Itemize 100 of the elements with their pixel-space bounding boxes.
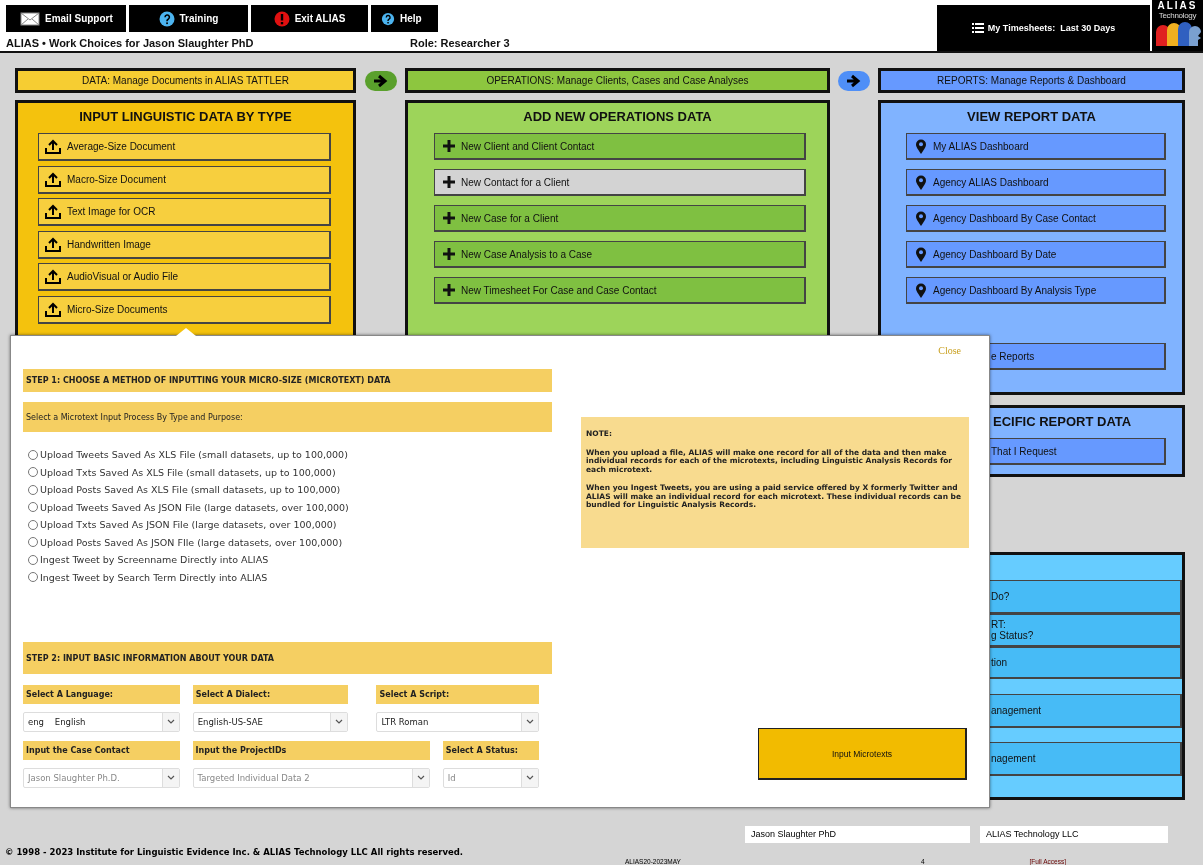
map-pin-icon: [915, 138, 927, 154]
arrow-right-icon: [838, 70, 870, 91]
action-button[interactable]: e Reports: [988, 343, 1166, 370]
dropdown-field[interactable]: eng English: [23, 712, 180, 732]
option-label: Upload Tweets Saved As XLS File (small datasets, up to 100,000): [40, 449, 348, 461]
panel-title: INPUT LINGUISTIC DATA BY TYPE: [79, 108, 292, 126]
logo-subtitle: Technology: [1158, 11, 1197, 20]
option-label: Upload Posts Saved As JSON FIle (large datasets, over 100,000): [40, 536, 343, 548]
radio-button[interactable]: [28, 502, 38, 513]
upload-icon: [45, 139, 61, 154]
field-label: Select A Language:: [23, 685, 180, 704]
help-icon: [158, 10, 175, 27]
dropdown-field[interactable]: English-US-SAE: [192, 712, 349, 732]
role-label: Role: Researcher 3: [410, 37, 510, 49]
alert-icon: [273, 10, 290, 27]
nav-button[interactable]: Exit ALIAS: [251, 5, 368, 32]
radio-button[interactable]: [28, 554, 38, 565]
chevron-down-icon: [526, 719, 534, 725]
action-button[interactable]: New Timesheet For Case and Case Contact: [434, 277, 806, 304]
action-button[interactable]: Micro-Size Documents: [38, 295, 331, 324]
upload-icon: [45, 204, 61, 219]
radio-button[interactable]: [28, 537, 38, 548]
nav-button[interactable]: Training: [129, 5, 248, 32]
list-icon: [971, 22, 984, 34]
map-pin-icon: [915, 174, 927, 190]
chevron-down-icon: [166, 775, 175, 781]
timesheets-button[interactable]: My Timesheets: Last 30 Days: [937, 5, 1150, 51]
chevron-down-icon: [335, 719, 344, 725]
nav-button[interactable]: Help: [371, 5, 438, 32]
dropdown-field[interactable]: LTR Roman: [376, 712, 539, 732]
step-heading: STEP 1: CHOOSE A METHOD OF INPUTTING YOUR MICRO-SIZE (MICROTEXT) DATA: [23, 369, 552, 392]
option-label: Upload Posts Saved As XLS File (small datasets, up to 100,000): [40, 484, 341, 496]
mail-icon: [20, 10, 40, 27]
action-button[interactable]: Agency Dashboard By Case Contact: [906, 205, 1166, 232]
map-pin-icon: [915, 210, 927, 226]
action-button[interactable]: Average-Size Document: [38, 133, 331, 161]
panel-title: VIEW REPORT DATA: [967, 108, 1096, 126]
page-title: ALIAS • Work Choices for Jason Slaughter PhD: [6, 37, 255, 49]
company-field: ALIAS Technology LLC: [980, 826, 1168, 843]
action-button[interactable]: Handwritten Image: [38, 230, 331, 259]
field-label: Input the ProjectIDs: [192, 741, 430, 760]
panel-title: ECIFIC REPORT DATA: [993, 413, 1132, 432]
chevron-down-icon: [166, 719, 175, 725]
action-button[interactable]: New Case for a Client: [434, 205, 806, 232]
chevron-down-icon: [526, 775, 534, 781]
plus-icon: [443, 176, 455, 188]
plus-icon: [443, 284, 455, 296]
plus-icon: [443, 248, 455, 260]
nav-button[interactable]: Email Support: [6, 5, 126, 32]
field-label: Select A Status:: [442, 741, 539, 760]
field-label: Select A Dialect:: [192, 685, 349, 704]
submit-button[interactable]: Input Microtexts: [758, 728, 967, 780]
action-button[interactable]: That I Request: [988, 438, 1166, 466]
map-pin-icon: [915, 246, 927, 262]
action-button[interactable]: anagement: [988, 694, 1182, 729]
upload-icon: [45, 269, 61, 284]
radio-button[interactable]: [28, 572, 38, 583]
section-header[interactable]: REPORTS: Manage Reports & Dashboard: [878, 68, 1185, 93]
map-pin-icon: [915, 282, 927, 298]
radio-button[interactable]: [28, 449, 38, 460]
help-icon: [381, 11, 395, 26]
upload-icon: [45, 301, 61, 317]
action-button[interactable]: Text Image for OCR: [38, 198, 331, 226]
copyright-text: © 1998 - 2023 Institute for Linguistic Evidence Inc. & ALIAS Technology LLC All rights reserved.: [4, 847, 465, 858]
user-field: Jason Slaughter PhD: [745, 826, 970, 843]
chevron-down-icon: [416, 775, 425, 781]
action-button[interactable]: New Contact for a Client: [434, 169, 806, 196]
action-button[interactable]: tion: [988, 647, 1182, 680]
action-button[interactable]: Agency ALIAS Dashboard: [906, 169, 1166, 196]
option-label: Upload Txts Saved As XLS File (small datasets, up to 100,000): [40, 466, 336, 478]
action-button[interactable]: New Case Analysis to a Case: [434, 241, 806, 268]
option-label: Upload Txts Saved As JSON File (large datasets, over 100,000): [40, 519, 337, 531]
field-label: Select A Script:: [376, 685, 539, 704]
action-button[interactable]: RT: g Status?: [988, 614, 1182, 648]
plus-icon: [443, 212, 455, 224]
logo-text: ALIAS: [1157, 0, 1198, 11]
section-header[interactable]: DATA: Manage Documents in ALIAS TATTLER: [15, 68, 356, 93]
action-button[interactable]: New Client and Client Contact: [434, 133, 806, 160]
step-heading: STEP 2: INPUT BASIC INFORMATION ABOUT YOUR DATA: [23, 642, 552, 674]
action-button[interactable]: nagement: [988, 742, 1182, 777]
upload-icon: [45, 236, 61, 252]
option-label: Ingest Tweet by Screenname Directly into ALIAS: [40, 554, 269, 566]
radio-button[interactable]: [28, 467, 38, 478]
action-button[interactable]: My ALIAS Dashboard: [906, 133, 1166, 160]
action-button[interactable]: Do?: [988, 580, 1182, 615]
panel-title: ADD NEW OPERATIONS DATA: [523, 108, 712, 126]
step-subheading: Select a Microtext Input Process By Type and Purpose:: [23, 402, 552, 432]
arrow-right-icon: [364, 70, 397, 91]
upload-icon: [45, 171, 61, 187]
field-label: Input the Case Contact: [23, 741, 180, 760]
plus-icon: [443, 140, 455, 152]
action-button[interactable]: Agency Dashboard By Date: [906, 241, 1166, 268]
section-header[interactable]: OPERATIONS: Manage Clients, Cases and Case Analyses: [405, 68, 830, 93]
radio-button[interactable]: [28, 484, 38, 495]
action-button[interactable]: Macro-Size Document: [38, 165, 331, 194]
heads-drawing: [1153, 20, 1202, 47]
radio-button[interactable]: [28, 519, 38, 530]
action-button[interactable]: AudioVisual or Audio File: [38, 263, 331, 291]
action-button[interactable]: Agency Dashboard By Analysis Type: [906, 277, 1166, 304]
option-label: Ingest Tweet by Search Term Directly into ALIAS: [40, 571, 268, 583]
